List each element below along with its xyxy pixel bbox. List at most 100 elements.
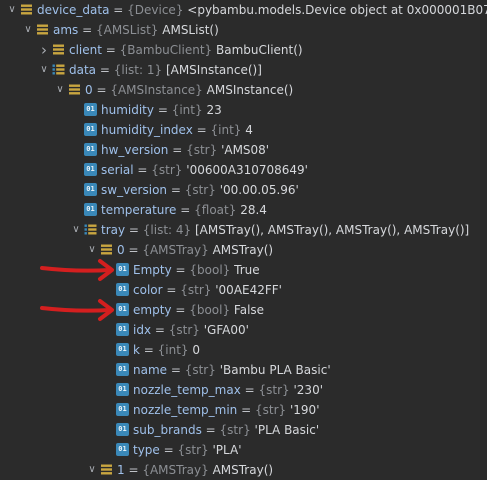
variable-type: {str} [184, 183, 216, 197]
variable-name: humidity [101, 103, 154, 117]
equals-sign: = [162, 283, 181, 297]
variable-entry: device_data = {Device} <pybambu.models.D… [37, 0, 487, 20]
variable-name: 0 [117, 243, 125, 257]
int-icon: 01 [84, 143, 97, 156]
chevron-down-icon[interactable]: ∨ [85, 460, 99, 480]
variable-name: type [133, 443, 160, 457]
tree-row-10[interactable]: 01 temperature = {float} 28.4 [0, 200, 487, 220]
chevron-right-icon[interactable]: › [37, 40, 51, 60]
tree-row-4[interactable]: ∨ 0 = {AMSInstance} AMSInstance() [0, 80, 487, 100]
equals-sign: = [201, 423, 220, 437]
variable-type: {int} [210, 123, 242, 137]
chevron-down-icon[interactable]: ∨ [85, 240, 99, 260]
variable-value: 'GFA00' [203, 323, 249, 337]
variable-type: {AMSInstance} [110, 83, 203, 97]
tree-row-14[interactable]: 01 color = {str} '00AE42FF' [0, 280, 487, 300]
variable-entry: sub_brands = {str} 'PLA Basic' [133, 420, 319, 440]
variable-value: '00.00.05.96' [219, 183, 299, 197]
equals-sign: = [124, 463, 143, 477]
equals-sign: = [171, 303, 190, 317]
variable-value: [AMSInstance()] [165, 63, 262, 77]
variable-value: [AMSTray(), AMSTray(), AMSTray(), AMSTra… [195, 223, 470, 237]
chevron-down-icon[interactable]: ∨ [5, 0, 19, 20]
variable-value: AMSTray() [212, 463, 274, 477]
variable-value: 'Bambu PLA Basic' [219, 363, 331, 377]
variable-name: empty [133, 303, 172, 317]
int-icon: 01 [84, 103, 97, 116]
int-icon: 01 [84, 163, 97, 176]
int-icon: 01 [84, 183, 97, 196]
equals-sign: = [168, 143, 187, 157]
variable-name: serial [101, 163, 134, 177]
tree-row-12[interactable]: ∨ 0 = {AMSTray} AMSTray() [0, 240, 487, 260]
tree-row-0[interactable]: ∨ device_data = {Device} <pybambu.models.… [0, 0, 487, 20]
variable-type: {AMSList} [95, 23, 159, 37]
tree-row-22[interactable]: 01 type = {str} 'PLA' [0, 440, 487, 460]
chevron-down-icon[interactable]: ∨ [37, 60, 51, 80]
variable-entry: k = {int} 0 [133, 340, 200, 360]
variable-entry: sw_version = {str} '00.00.05.96' [101, 180, 299, 200]
variable-name: data [69, 63, 97, 77]
int-icon: 01 [84, 123, 97, 136]
variable-name: Empty [133, 263, 172, 277]
variable-value: 'PLA' [212, 443, 242, 457]
variable-type: {str} [184, 363, 216, 377]
variable-type: {list: 1} [113, 63, 163, 77]
tree-row-5[interactable]: 01 humidity = {int} 23 [0, 100, 487, 120]
equals-sign: = [133, 163, 152, 177]
variable-value: '230' [293, 383, 324, 397]
variable-entry: client = {BambuClient} BambuClient() [69, 40, 303, 60]
debugger-variables-tree: ∨ device_data = {Device} <pybambu.models.… [0, 0, 487, 477]
tree-row-7[interactable]: 01 hw_version = {str} 'AMS08' [0, 140, 487, 160]
variable-type: {int} [157, 343, 189, 357]
tree-row-17[interactable]: 01 k = {int} 0 [0, 340, 487, 360]
variable-value: <pybambu.models.Device object at 0x00000… [187, 3, 487, 17]
variable-name: 1 [117, 463, 125, 477]
tree-row-1[interactable]: ∨ ams = {AMSList} AMSList() [0, 20, 487, 40]
variable-name: temperature [101, 203, 177, 217]
object-icon [100, 463, 113, 476]
equals-sign: = [237, 403, 255, 417]
tree-row-11[interactable]: ∨ tray = {list: 4} [AMSTray(), AMSTray(),… [0, 220, 487, 240]
tree-row-13[interactable]: 01 Empty = {bool} True [0, 260, 487, 280]
variable-entry: humidity_index = {int} 4 [101, 120, 253, 140]
tree-row-21[interactable]: 01 sub_brands = {str} 'PLA Basic' [0, 420, 487, 440]
variable-entry: idx = {str} 'GFA00' [133, 320, 249, 340]
tree-row-16[interactable]: 01 idx = {str} 'GFA00' [0, 320, 487, 340]
tree-row-23[interactable]: ∨ 1 = {AMSTray} AMSTray() [0, 460, 487, 480]
equals-sign: = [139, 343, 158, 357]
tree-row-20[interactable]: 01 nozzle_temp_min = {str} '190' [0, 400, 487, 420]
variable-entry: empty = {bool} False [133, 300, 264, 320]
variable-entry: nozzle_temp_min = {str} '190' [133, 400, 320, 420]
variable-type: {str} [168, 323, 200, 337]
chevron-down-icon[interactable]: ∨ [53, 80, 67, 100]
tree-row-2[interactable]: › client = {BambuClient} BambuClient() [0, 40, 487, 60]
equals-sign: = [151, 323, 169, 337]
variable-name: humidity_index [101, 123, 193, 137]
chevron-down-icon[interactable]: ∨ [21, 20, 35, 40]
variable-type: {str} [180, 283, 212, 297]
variable-value: '00600A310708649' [186, 163, 308, 177]
object-icon [36, 23, 49, 36]
variable-type: {AMSTray} [142, 463, 209, 477]
variable-type: {str} [258, 383, 290, 397]
tree-row-3[interactable]: ∨ data = {list: 1} [AMSInstance()] [0, 60, 487, 80]
variable-name: k [133, 343, 140, 357]
tree-row-8[interactable]: 01 serial = {str} '00600A310708649' [0, 160, 487, 180]
tree-row-15[interactable]: 01 empty = {bool} False [0, 300, 487, 320]
tree-row-19[interactable]: 01 nozzle_temp_max = {str} '230' [0, 380, 487, 400]
variable-value: '00AE42FF' [215, 283, 282, 297]
chevron-down-icon[interactable]: ∨ [69, 220, 83, 240]
variable-name: sub_brands [133, 423, 202, 437]
int-icon: 01 [116, 263, 129, 276]
variable-name: ams [53, 23, 79, 37]
int-icon: 01 [84, 203, 97, 216]
variable-type: {bool} [189, 263, 231, 277]
variable-entry: 0 = {AMSTray} AMSTray() [117, 240, 273, 260]
tree-row-9[interactable]: 01 sw_version = {str} '00.00.05.96' [0, 180, 487, 200]
equals-sign: = [101, 43, 120, 57]
tree-row-6[interactable]: 01 humidity_index = {int} 4 [0, 120, 487, 140]
tree-row-18[interactable]: 01 name = {str} 'Bambu PLA Basic' [0, 360, 487, 380]
variable-type: {bool} [189, 303, 231, 317]
variable-value: False [233, 303, 265, 317]
